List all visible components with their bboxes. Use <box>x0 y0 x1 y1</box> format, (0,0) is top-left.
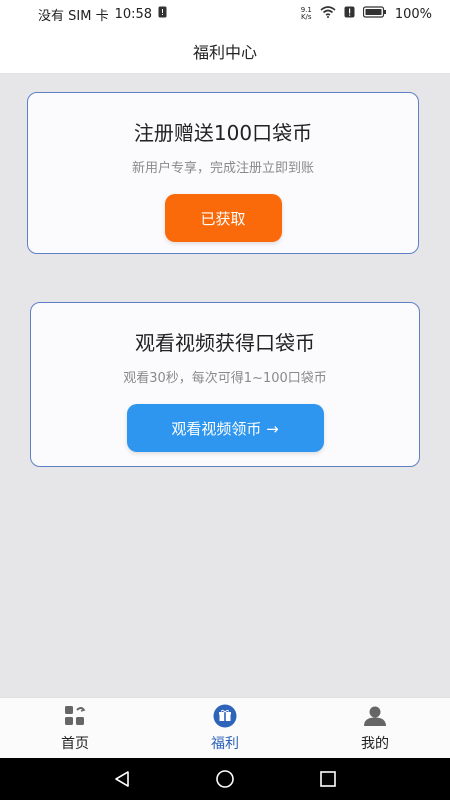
claimed-button[interactable]: 已获取 <box>164 194 282 242</box>
tab-label: 首页 <box>61 735 89 752</box>
battery-percent: 100% <box>394 6 432 22</box>
profile-icon <box>363 704 387 728</box>
system-nav-bar <box>0 758 450 800</box>
watch-video-button[interactable]: 观看视频领币 → <box>126 404 324 452</box>
home-grid-icon <box>63 704 87 728</box>
bottom-tab-bar: 首页 福利 我的 <box>0 697 450 758</box>
card-title: 注册赠送100口袋币 <box>133 121 313 145</box>
clock: 10:58 <box>114 6 153 22</box>
gift-icon <box>213 704 237 728</box>
register-reward-card: 注册赠送100口袋币 新用户专享，完成注册立即到账 已获取 <box>27 92 419 254</box>
home-circle-icon <box>216 770 234 788</box>
net-speed: 9.1 K/s <box>301 7 312 21</box>
back-triangle-icon <box>114 771 129 787</box>
tab-label: 福利 <box>211 735 239 752</box>
net-speed-unit: K/s <box>300 13 312 21</box>
notification-icon <box>344 6 355 22</box>
recents-button[interactable] <box>313 764 343 794</box>
back-button[interactable] <box>107 764 137 794</box>
tab-welfare[interactable]: 福利 <box>150 698 300 758</box>
title-bar: 福利中心 <box>0 28 450 74</box>
alert-icon <box>158 6 167 22</box>
tab-label: 我的 <box>361 735 389 752</box>
tab-mine[interactable]: 我的 <box>300 698 450 758</box>
home-button[interactable] <box>210 764 240 794</box>
watch-video-card: 观看视频获得口袋币 观看30秒，每次可得1~100口袋币 观看视频领币 → <box>30 302 420 467</box>
card-description: 观看30秒，每次可得1~100口袋币 <box>123 371 327 386</box>
battery-icon <box>362 6 387 22</box>
card-title: 观看视频获得口袋币 <box>135 331 315 355</box>
carrier-text: 没有 SIM 卡 <box>38 8 109 24</box>
page-title: 福利中心 <box>192 42 257 62</box>
status-right: 9.1 K/s 100% <box>301 6 432 22</box>
wifi-icon <box>320 6 336 22</box>
status-bar: 没有 SIM 卡 10:58 9.1 K/s 100% <box>0 0 450 28</box>
card-description: 新用户专享，完成注册立即到账 <box>131 161 314 176</box>
tab-home[interactable]: 首页 <box>0 698 150 758</box>
recents-square-icon <box>320 771 337 787</box>
status-left: 没有 SIM 卡 10:58 <box>38 5 167 24</box>
